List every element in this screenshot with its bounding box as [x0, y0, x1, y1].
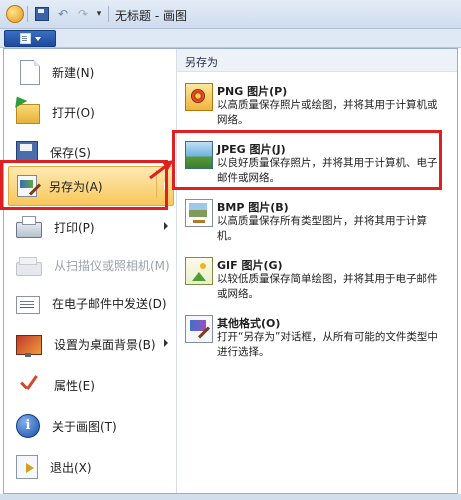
email-icon	[16, 296, 40, 314]
menu-item-label: 打开(O)	[52, 105, 95, 120]
redo-icon[interactable]: ↷	[74, 5, 92, 23]
format-description: 以高质量保存所有类型图片，并将其用于计算机。	[217, 215, 427, 242]
chevron-down-icon	[34, 36, 41, 41]
save-icon[interactable]	[34, 5, 50, 23]
menu-item-about[interactable]: i 关于画图(T)	[8, 408, 174, 444]
open-folder-icon	[16, 104, 40, 124]
menu-item-label: 保存(S)	[50, 145, 91, 160]
format-name: GIF 图片(G)	[217, 259, 283, 272]
menu-item-label: 新建(N)	[52, 65, 95, 80]
format-name: 其他格式(O)	[217, 317, 281, 330]
printer-icon	[16, 216, 42, 238]
menu-item-label: 属性(E)	[54, 378, 95, 393]
info-icon: i	[16, 414, 40, 438]
checkmark-icon	[16, 372, 42, 398]
submenu-arrow-icon[interactable]	[164, 222, 168, 230]
toolbar-divider	[27, 6, 28, 22]
highlight-box-jpeg	[172, 130, 442, 190]
format-description: 以较低质量保存简单绘图，并将其用于电子邮件或网络。	[217, 273, 438, 300]
menu-item-label: 关于画图(T)	[52, 419, 117, 434]
application-menu: 新建(N) 打开(O) 保存(S) 另存为(A) 打印(P) 从扫描仪或照相机(…	[3, 48, 458, 494]
menu-item-label: 在电子邮件中发送(D)	[52, 296, 167, 311]
submenu-arrow-icon[interactable]	[164, 339, 168, 347]
bmp-image-icon	[185, 199, 213, 227]
png-image-icon	[185, 83, 213, 111]
menu-item-label: 退出(X)	[50, 460, 92, 475]
file-menu-list: 新建(N) 打开(O) 保存(S) 另存为(A) 打印(P) 从扫描仪或照相机(…	[4, 49, 176, 493]
save-as-submenu: 另存为 PNG 图片(P) 以高质量保存照片或绘图，并将其用于计算机或网络。 J…	[177, 49, 457, 493]
menu-item-label: 从扫描仪或照相机(M)	[54, 258, 170, 273]
window-bottom-edge	[0, 494, 461, 500]
document-icon	[19, 33, 31, 44]
gif-image-icon	[185, 257, 213, 285]
save-as-bmp[interactable]: BMP 图片(B) 以高质量保存所有类型图片，并将其用于计算机。	[177, 193, 457, 251]
exit-icon	[16, 455, 38, 479]
format-description: 以高质量保存照片或绘图，并将其用于计算机或网络。	[217, 99, 438, 126]
ribbon-bar	[0, 29, 461, 48]
submenu-title: 另存为	[185, 56, 218, 69]
title-bar: ↶ ↷ ▾ 无标题 - 画图	[0, 0, 461, 29]
toolbar-divider	[108, 6, 109, 22]
save-as-png[interactable]: PNG 图片(P) 以高质量保存照片或绘图，并将其用于计算机或网络。	[177, 77, 457, 135]
other-formats-icon	[185, 315, 213, 343]
paint-menu-button[interactable]	[4, 30, 56, 47]
highlight-box-save-as	[0, 160, 168, 210]
menu-item-properties[interactable]: 属性(E)	[8, 367, 174, 403]
window-title: 无标题 - 画图	[115, 9, 187, 23]
scanner-icon	[16, 257, 42, 276]
format-name: BMP 图片(B)	[217, 201, 289, 214]
customize-arrow-icon[interactable]: ▾	[94, 5, 104, 23]
submenu-header: 另存为	[177, 49, 457, 72]
menu-item-desktop-background[interactable]: 设置为桌面背景(B)	[8, 326, 174, 362]
paint-app-icon[interactable]	[6, 5, 24, 23]
menu-item-from-scanner: 从扫描仪或照相机(M)	[8, 247, 174, 283]
menu-item-exit[interactable]: 退出(X)	[8, 449, 174, 485]
undo-icon[interactable]: ↶	[54, 5, 72, 23]
menu-item-new[interactable]: 新建(N)	[8, 54, 174, 90]
desktop-background-icon	[16, 335, 42, 357]
menu-item-email[interactable]: 在电子邮件中发送(D)	[8, 285, 174, 321]
save-as-gif[interactable]: GIF 图片(G) 以较低质量保存简单绘图，并将其用于电子邮件或网络。	[177, 251, 457, 309]
new-document-icon	[20, 59, 40, 85]
menu-item-label: 打印(P)	[54, 220, 95, 235]
menu-item-open[interactable]: 打开(O)	[8, 94, 174, 130]
save-as-other-formats[interactable]: 其他格式(O) 打开“另存为”对话框，从所有可能的文件类型中进行选择。	[177, 309, 457, 367]
format-description: 打开“另存为”对话框，从所有可能的文件类型中进行选择。	[217, 331, 438, 358]
format-name: PNG 图片(P)	[217, 85, 288, 98]
menu-item-print[interactable]: 打印(P)	[8, 209, 174, 245]
menu-item-label: 设置为桌面背景(B)	[54, 337, 156, 352]
